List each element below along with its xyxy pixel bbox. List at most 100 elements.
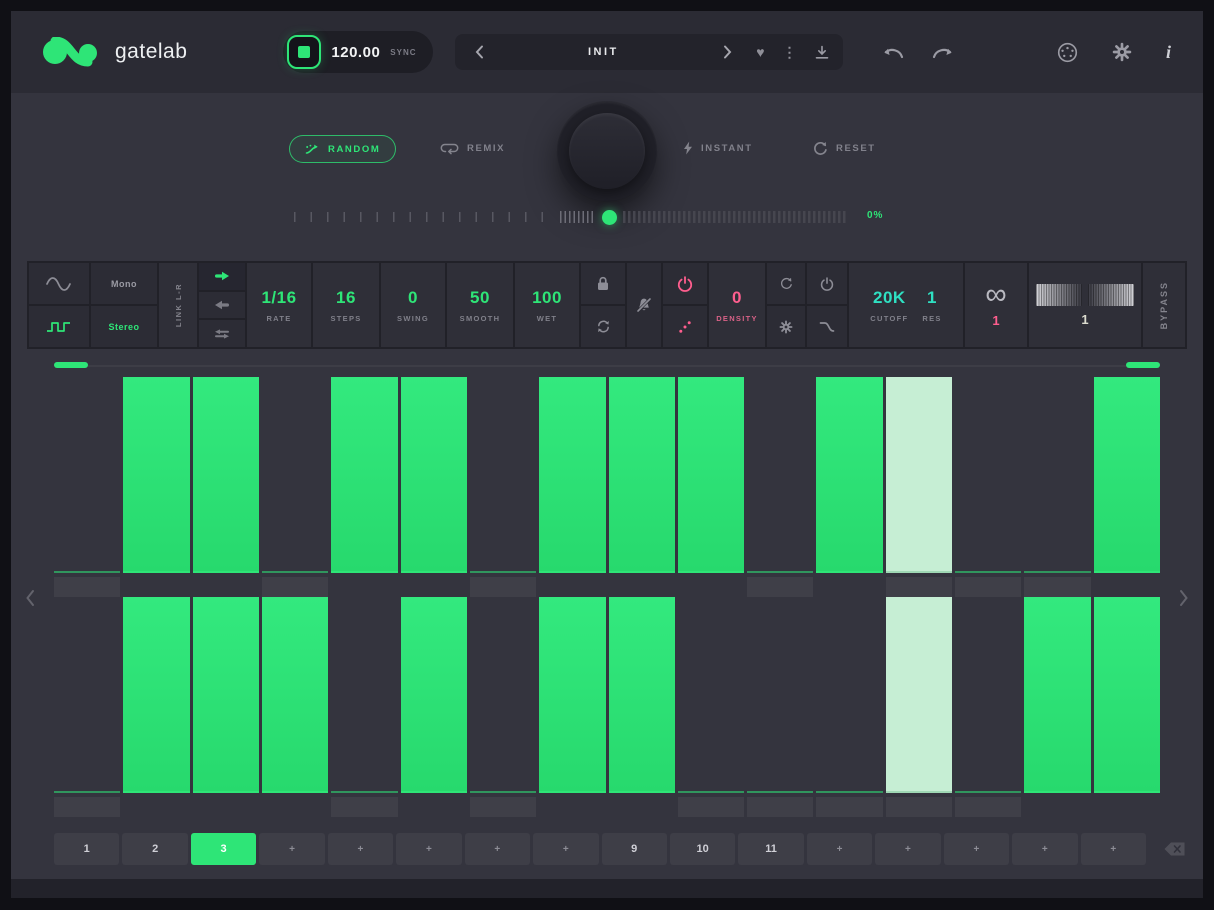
sequencer-scroll-left-button[interactable]: [21, 585, 39, 614]
steps-control[interactable]: 16 STEPS: [313, 263, 379, 347]
envelope-power-button[interactable]: [807, 263, 847, 304]
step-r2-c10[interactable]: [678, 597, 744, 817]
bell-off-button[interactable]: [627, 263, 661, 347]
range-start-handle[interactable]: [54, 362, 88, 368]
infinity-panel[interactable]: ∞ 1: [965, 263, 1027, 347]
pattern-button-6[interactable]: +: [396, 833, 461, 865]
step-r1-c1[interactable]: [54, 377, 120, 597]
sequencer-scroll-right-button[interactable]: [1175, 585, 1193, 614]
rate-control[interactable]: 1/16 RATE: [247, 263, 311, 347]
step-handle[interactable]: [678, 797, 744, 817]
step-r2-c11[interactable]: [747, 597, 813, 817]
pattern-button-10[interactable]: 10: [670, 833, 735, 865]
preset-next-button[interactable]: [717, 41, 738, 63]
preset-menu-button[interactable]: ⋮: [783, 45, 797, 59]
sync-label[interactable]: SYNC: [390, 48, 416, 57]
randomize-knob[interactable]: [557, 101, 657, 201]
step-handle[interactable]: [886, 577, 952, 597]
direction-backward-button[interactable]: [199, 292, 245, 319]
random-button[interactable]: RANDOM: [289, 135, 396, 163]
slider-ticks-dense[interactable]: [560, 211, 596, 223]
step-r2-c16[interactable]: [1094, 597, 1160, 817]
step-handle[interactable]: [747, 577, 813, 597]
pattern-button-5[interactable]: +: [328, 833, 393, 865]
step-r2-c4[interactable]: [262, 597, 328, 817]
step-handle[interactable]: [470, 577, 536, 597]
regen-button[interactable]: [767, 263, 805, 304]
pattern-button-11[interactable]: 11: [738, 833, 803, 865]
filter-panel[interactable]: 20K CUTOFF 1 RES: [849, 263, 963, 347]
step-r1-c15[interactable]: [1024, 377, 1090, 597]
loop-sync-button[interactable]: [581, 306, 625, 347]
wet-control[interactable]: 100 WET: [515, 263, 579, 347]
pattern-button-8[interactable]: +: [533, 833, 598, 865]
density-dots-button[interactable]: [663, 306, 707, 347]
step-handle[interactable]: [816, 797, 882, 817]
step-r1-c5[interactable]: [331, 377, 397, 597]
pattern-button-3[interactable]: 3: [191, 833, 256, 865]
step-handle[interactable]: [262, 577, 328, 597]
slider-ticks-sparse[interactable]: [294, 212, 554, 222]
step-r1-c3[interactable]: [193, 377, 259, 597]
step-r2-c7[interactable]: [470, 597, 536, 817]
step-r1-c8[interactable]: [539, 377, 605, 597]
texture-fade-out-icon[interactable]: [1036, 284, 1082, 306]
step-handle[interactable]: [955, 577, 1021, 597]
step-r2-c6[interactable]: [401, 597, 467, 817]
bpm-value[interactable]: 120.00: [331, 44, 380, 61]
stereo-button[interactable]: Stereo: [91, 306, 157, 347]
step-r2-c15[interactable]: [1024, 597, 1090, 817]
pattern-button-4[interactable]: +: [259, 833, 324, 865]
square-wave-button[interactable]: [29, 306, 89, 347]
step-handle[interactable]: [1024, 577, 1090, 597]
mono-button[interactable]: Mono: [91, 263, 157, 304]
texture-fade-in-icon[interactable]: [1088, 284, 1134, 306]
step-r2-c12[interactable]: [816, 597, 882, 817]
pattern-button-16[interactable]: +: [1081, 833, 1146, 865]
favorite-button[interactable]: ♥: [756, 45, 764, 59]
clear-pattern-button[interactable]: [1157, 841, 1187, 857]
pattern-button-2[interactable]: 2: [122, 833, 187, 865]
slider-ticks-right[interactable]: [623, 211, 847, 223]
direction-pingpong-button[interactable]: [199, 320, 245, 347]
step-r2-c5[interactable]: [331, 597, 397, 817]
bypass-panel[interactable]: BYPASS: [1143, 263, 1185, 347]
step-handle[interactable]: [331, 797, 397, 817]
step-r1-c7[interactable]: [470, 377, 536, 597]
pattern-button-9[interactable]: 9: [602, 833, 667, 865]
range-end-handle[interactable]: [1126, 362, 1160, 368]
step-r1-c16[interactable]: [1094, 377, 1160, 597]
step-r2-c3[interactable]: [193, 597, 259, 817]
step-r1-c12[interactable]: [816, 377, 882, 597]
instant-button[interactable]: INSTANT: [683, 141, 753, 155]
preset-prev-button[interactable]: [469, 41, 490, 63]
step-r2-c8[interactable]: [539, 597, 605, 817]
save-preset-button[interactable]: [815, 45, 829, 60]
step-handle[interactable]: [886, 797, 952, 817]
step-r2-c14[interactable]: [955, 597, 1021, 817]
redo-button[interactable]: [929, 42, 957, 62]
pattern-button-7[interactable]: +: [465, 833, 530, 865]
slider-thumb[interactable]: [602, 210, 617, 225]
pattern-button-14[interactable]: +: [944, 833, 1009, 865]
pattern-button-1[interactable]: 1: [54, 833, 119, 865]
step-r1-c14[interactable]: [955, 377, 1021, 597]
sine-wave-button[interactable]: [29, 263, 89, 304]
step-r1-c6[interactable]: [401, 377, 467, 597]
stop-button[interactable]: [287, 35, 321, 69]
step-r2-c9[interactable]: [609, 597, 675, 817]
smooth-control[interactable]: 50 SMOOTH: [447, 263, 513, 347]
step-handle[interactable]: [955, 797, 1021, 817]
pattern-button-13[interactable]: +: [875, 833, 940, 865]
step-handle[interactable]: [470, 797, 536, 817]
pattern-button-12[interactable]: +: [807, 833, 872, 865]
step-r1-c2[interactable]: [123, 377, 189, 597]
step-r2-c13[interactable]: [886, 597, 952, 817]
reset-button[interactable]: RESET: [813, 141, 876, 156]
density-power-button[interactable]: [663, 263, 707, 304]
swing-control[interactable]: 0 SWING: [381, 263, 445, 347]
midi-settings-button[interactable]: [1055, 40, 1080, 65]
step-r1-c10[interactable]: [678, 377, 744, 597]
step-handle[interactable]: [54, 577, 120, 597]
density-control[interactable]: 0 DENSITY: [709, 263, 765, 347]
